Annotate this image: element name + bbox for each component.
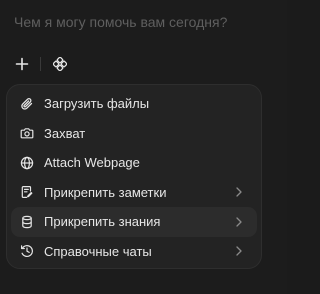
menu-item-label: Прикрепить заметки [44,184,167,200]
chat-input-area[interactable]: Чем я могу помочь вам сегодня? Загрузить… [0,0,287,294]
menu-item-upload-files[interactable]: Загрузить файлы [11,89,257,119]
chevron-right-icon [235,217,243,227]
database-icon [20,215,34,229]
menu-item-reference-chats[interactable]: Справочные чаты [11,237,257,267]
menu-item-label: Загрузить файлы [44,96,150,112]
menu-item-capture[interactable]: Захват [11,119,257,149]
plus-icon [15,57,29,71]
menu-item-label: Справочные чаты [44,243,152,259]
menu-item-attach-notes[interactable]: Прикрепить заметки [11,178,257,208]
camera-icon [20,126,34,140]
menu-item-attach-knowledge[interactable]: Прикрепить знания [11,207,257,237]
paperclip-icon [20,97,34,111]
menu-item-label: Attach Webpage [44,155,140,171]
message-input-placeholder[interactable]: Чем я могу помочь вам сегодня? [14,14,227,30]
attach-menu: Загрузить файлы Захват Attach Webpage Пр… [6,84,262,269]
chevron-right-icon [235,187,243,197]
chevron-right-icon [235,246,243,256]
clock-icon [20,244,34,258]
globe-icon [20,156,34,170]
tools-button[interactable] [49,53,71,75]
menu-item-label: Прикрепить знания [44,214,161,230]
menu-item-label: Захват [44,125,86,141]
tools-icon [53,57,67,71]
note-icon [20,185,34,199]
menu-item-attach-webpage[interactable]: Attach Webpage [11,148,257,178]
toolbar-divider [40,57,41,71]
add-button[interactable] [11,53,33,75]
